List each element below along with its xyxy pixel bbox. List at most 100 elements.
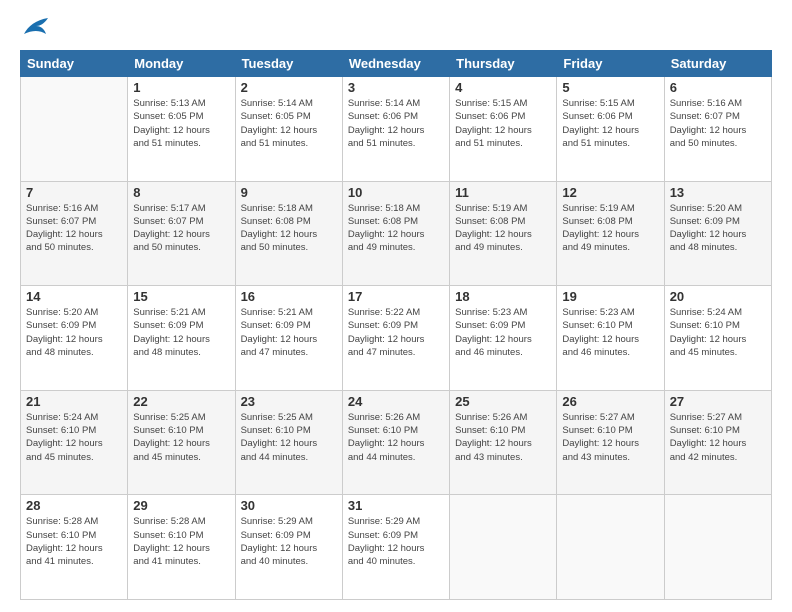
calendar-cell: 31 Sunrise: 5:29 AM Sunset: 6:09 PM Dayli…	[342, 495, 449, 600]
day-info: Sunrise: 5:14 AM Sunset: 6:05 PM Dayligh…	[241, 97, 337, 150]
day-number: 31	[348, 498, 444, 513]
day-info: Sunrise: 5:18 AM Sunset: 6:08 PM Dayligh…	[348, 202, 444, 255]
day-number: 3	[348, 80, 444, 95]
day-info: Sunrise: 5:23 AM Sunset: 6:09 PM Dayligh…	[455, 306, 551, 359]
day-info: Sunrise: 5:25 AM Sunset: 6:10 PM Dayligh…	[241, 411, 337, 464]
week-row-2: 7Sunrise: 5:16 AM Sunset: 6:07 PM Daylig…	[21, 181, 772, 286]
weekday-header-tuesday: Tuesday	[235, 51, 342, 77]
calendar-cell: 17 Sunrise: 5:22 AM Sunset: 6:09 PM Dayli…	[342, 286, 449, 391]
day-info: Sunrise: 5:27 AM Sunset: 6:10 PM Dayligh…	[562, 411, 658, 464]
week-row-5: 28 Sunrise: 5:28 AM Sunset: 6:10 PM Dayli…	[21, 495, 772, 600]
day-number: 17	[348, 289, 444, 304]
week-row-4: 21 Sunrise: 5:24 AM Sunset: 6:10 PM Dayli…	[21, 390, 772, 495]
calendar-cell	[557, 495, 664, 600]
day-info: Sunrise: 5:29 AM Sunset: 6:09 PM Dayligh…	[241, 515, 337, 568]
day-number: 2	[241, 80, 337, 95]
calendar-cell: 26Sunrise: 5:27 AM Sunset: 6:10 PM Dayli…	[557, 390, 664, 495]
weekday-header-row: SundayMondayTuesdayWednesdayThursdayFrid…	[21, 51, 772, 77]
calendar-cell: 8 Sunrise: 5:17 AM Sunset: 6:07 PM Daylig…	[128, 181, 235, 286]
day-info: Sunrise: 5:24 AM Sunset: 6:10 PM Dayligh…	[26, 411, 122, 464]
day-number: 21	[26, 394, 122, 409]
day-info: Sunrise: 5:20 AM Sunset: 6:09 PM Dayligh…	[26, 306, 122, 359]
day-number: 27	[670, 394, 766, 409]
day-info: Sunrise: 5:13 AM Sunset: 6:05 PM Dayligh…	[133, 97, 229, 150]
day-info: Sunrise: 5:27 AM Sunset: 6:10 PM Dayligh…	[670, 411, 766, 464]
day-info: Sunrise: 5:28 AM Sunset: 6:10 PM Dayligh…	[26, 515, 122, 568]
day-info: Sunrise: 5:18 AM Sunset: 6:08 PM Dayligh…	[241, 202, 337, 255]
day-number: 8	[133, 185, 229, 200]
calendar-cell: 27 Sunrise: 5:27 AM Sunset: 6:10 PM Dayli…	[664, 390, 771, 495]
day-number: 6	[670, 80, 766, 95]
day-number: 10	[348, 185, 444, 200]
day-info: Sunrise: 5:16 AM Sunset: 6:07 PM Dayligh…	[670, 97, 766, 150]
calendar-cell: 22 Sunrise: 5:25 AM Sunset: 6:10 PM Dayli…	[128, 390, 235, 495]
calendar-cell: 10 Sunrise: 5:18 AM Sunset: 6:08 PM Dayli…	[342, 181, 449, 286]
calendar-cell: 11Sunrise: 5:19 AM Sunset: 6:08 PM Dayli…	[450, 181, 557, 286]
weekday-header-thursday: Thursday	[450, 51, 557, 77]
weekday-header-friday: Friday	[557, 51, 664, 77]
day-info: Sunrise: 5:15 AM Sunset: 6:06 PM Dayligh…	[455, 97, 551, 150]
day-number: 13	[670, 185, 766, 200]
weekday-header-monday: Monday	[128, 51, 235, 77]
day-info: Sunrise: 5:23 AM Sunset: 6:10 PM Dayligh…	[562, 306, 658, 359]
calendar-cell: 1 Sunrise: 5:13 AM Sunset: 6:05 PM Daylig…	[128, 77, 235, 182]
day-info: Sunrise: 5:15 AM Sunset: 6:06 PM Dayligh…	[562, 97, 658, 150]
day-number: 22	[133, 394, 229, 409]
day-info: Sunrise: 5:22 AM Sunset: 6:09 PM Dayligh…	[348, 306, 444, 359]
weekday-header-saturday: Saturday	[664, 51, 771, 77]
day-info: Sunrise: 5:16 AM Sunset: 6:07 PM Dayligh…	[26, 202, 122, 255]
calendar-cell: 18 Sunrise: 5:23 AM Sunset: 6:09 PM Dayli…	[450, 286, 557, 391]
calendar-cell: 29 Sunrise: 5:28 AM Sunset: 6:10 PM Dayli…	[128, 495, 235, 600]
calendar-cell: 7Sunrise: 5:16 AM Sunset: 6:07 PM Daylig…	[21, 181, 128, 286]
day-info: Sunrise: 5:17 AM Sunset: 6:07 PM Dayligh…	[133, 202, 229, 255]
calendar-cell	[21, 77, 128, 182]
calendar-cell: 4 Sunrise: 5:15 AM Sunset: 6:06 PM Daylig…	[450, 77, 557, 182]
day-number: 19	[562, 289, 658, 304]
day-number: 24	[348, 394, 444, 409]
day-number: 20	[670, 289, 766, 304]
day-info: Sunrise: 5:21 AM Sunset: 6:09 PM Dayligh…	[241, 306, 337, 359]
day-number: 1	[133, 80, 229, 95]
day-number: 28	[26, 498, 122, 513]
day-number: 9	[241, 185, 337, 200]
day-number: 12	[562, 185, 658, 200]
calendar-cell: 28 Sunrise: 5:28 AM Sunset: 6:10 PM Dayli…	[21, 495, 128, 600]
day-number: 30	[241, 498, 337, 513]
logo	[20, 16, 50, 42]
day-number: 14	[26, 289, 122, 304]
day-number: 18	[455, 289, 551, 304]
calendar-cell: 25 Sunrise: 5:26 AM Sunset: 6:10 PM Dayli…	[450, 390, 557, 495]
calendar-cell: 13Sunrise: 5:20 AM Sunset: 6:09 PM Dayli…	[664, 181, 771, 286]
day-info: Sunrise: 5:26 AM Sunset: 6:10 PM Dayligh…	[455, 411, 551, 464]
day-info: Sunrise: 5:21 AM Sunset: 6:09 PM Dayligh…	[133, 306, 229, 359]
calendar-cell: 9 Sunrise: 5:18 AM Sunset: 6:08 PM Daylig…	[235, 181, 342, 286]
calendar-cell	[664, 495, 771, 600]
day-info: Sunrise: 5:26 AM Sunset: 6:10 PM Dayligh…	[348, 411, 444, 464]
calendar-cell: 14 Sunrise: 5:20 AM Sunset: 6:09 PM Dayli…	[21, 286, 128, 391]
calendar-cell: 5 Sunrise: 5:15 AM Sunset: 6:06 PM Daylig…	[557, 77, 664, 182]
day-info: Sunrise: 5:25 AM Sunset: 6:10 PM Dayligh…	[133, 411, 229, 464]
day-info: Sunrise: 5:29 AM Sunset: 6:09 PM Dayligh…	[348, 515, 444, 568]
day-number: 5	[562, 80, 658, 95]
week-row-1: 1 Sunrise: 5:13 AM Sunset: 6:05 PM Daylig…	[21, 77, 772, 182]
calendar-cell: 16 Sunrise: 5:21 AM Sunset: 6:09 PM Dayli…	[235, 286, 342, 391]
calendar-cell: 23Sunrise: 5:25 AM Sunset: 6:10 PM Dayli…	[235, 390, 342, 495]
day-number: 29	[133, 498, 229, 513]
weekday-header-wednesday: Wednesday	[342, 51, 449, 77]
calendar-table: SundayMondayTuesdayWednesdayThursdayFrid…	[20, 50, 772, 600]
calendar-cell: 6 Sunrise: 5:16 AM Sunset: 6:07 PM Daylig…	[664, 77, 771, 182]
weekday-header-sunday: Sunday	[21, 51, 128, 77]
day-info: Sunrise: 5:19 AM Sunset: 6:08 PM Dayligh…	[562, 202, 658, 255]
day-number: 25	[455, 394, 551, 409]
day-number: 15	[133, 289, 229, 304]
calendar-cell: 24 Sunrise: 5:26 AM Sunset: 6:10 PM Dayli…	[342, 390, 449, 495]
day-info: Sunrise: 5:28 AM Sunset: 6:10 PM Dayligh…	[133, 515, 229, 568]
day-info: Sunrise: 5:19 AM Sunset: 6:08 PM Dayligh…	[455, 202, 551, 255]
page: SundayMondayTuesdayWednesdayThursdayFrid…	[0, 0, 792, 612]
logo-text	[20, 16, 50, 42]
day-info: Sunrise: 5:24 AM Sunset: 6:10 PM Dayligh…	[670, 306, 766, 359]
day-number: 16	[241, 289, 337, 304]
day-info: Sunrise: 5:14 AM Sunset: 6:06 PM Dayligh…	[348, 97, 444, 150]
day-number: 4	[455, 80, 551, 95]
calendar-cell: 30 Sunrise: 5:29 AM Sunset: 6:09 PM Dayli…	[235, 495, 342, 600]
